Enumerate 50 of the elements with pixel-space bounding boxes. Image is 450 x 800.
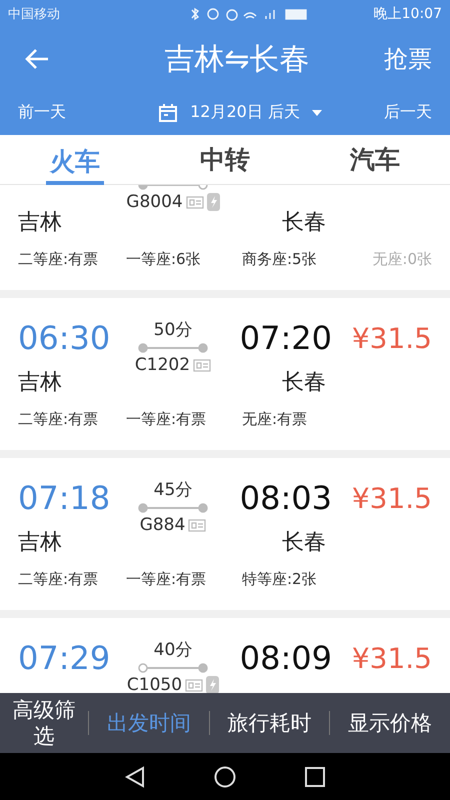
seat-availability: 一等座:6张 <box>126 250 202 269</box>
recents-icon[interactable] <box>305 766 326 786</box>
duration: 45分 <box>154 479 192 501</box>
ticket-price: ¥31.5 <box>352 322 432 354</box>
seat-availability: 特等座:2张 <box>242 570 318 589</box>
train-number: G8004 <box>126 192 183 212</box>
tab[interactable]: 中转 <box>196 134 254 184</box>
arrival-station: 长春 <box>282 369 327 397</box>
seat-availability: 无座:0张 <box>372 250 432 269</box>
calendar-icon[interactable] <box>158 102 178 122</box>
train-number: C1050 <box>126 675 182 693</box>
seat-availability: 商务座:5张 <box>242 250 318 269</box>
home-icon[interactable] <box>214 766 236 788</box>
carrier-name: 中国移动 <box>8 6 60 23</box>
ticket-price: ¥31.5 <box>352 642 432 674</box>
seat-availability: 一等座:有票 <box>126 410 208 429</box>
departure-time: 07:29 <box>18 639 112 677</box>
departure-station: 吉林 <box>18 369 63 397</box>
arrival-time: 08:09 <box>240 639 332 677</box>
back-arrow-icon[interactable] <box>24 48 50 70</box>
train-card[interactable]: 07:29 40分 C1050 08:09 ¥31.5 <box>0 618 450 693</box>
sort-option[interactable]: 旅行耗时 <box>210 710 330 736</box>
ticket-price: ¥31.5 <box>352 482 432 514</box>
train-number: C1202 <box>134 355 190 375</box>
train-number: G884 <box>140 515 186 535</box>
arrival-time: 07:20 <box>240 319 332 357</box>
departure-time: 07:18 <box>18 479 112 517</box>
departure-station: 吉林 <box>18 529 63 557</box>
train-card[interactable]: 06:30 50分 C1202 07:20 ¥31.5 吉林 长春 二等座:有票 一等座:有票 无座:有票 <box>0 298 450 450</box>
arrival-station: 长春 <box>282 209 327 237</box>
train-card[interactable]: 07:18 45分 G884 08:03 ¥31.5 吉林 长春 二等座:有票 一等座:有票 特等座:2张 <box>0 458 450 610</box>
arrival-time: 08:03 <box>240 479 332 517</box>
arrival-station: 长春 <box>282 529 327 557</box>
train-card[interactable]: G8004 吉林 长春 二等座:有票 一等座:6张 商务座:5张 无座:0张 <box>0 185 450 290</box>
caret-icon[interactable] <box>312 110 322 116</box>
seat-availability: 二等座:有票 <box>18 410 100 429</box>
seat-availability: 一等座:有票 <box>126 570 208 589</box>
departure-station: 吉林 <box>18 209 63 237</box>
tab[interactable]: 汽车 <box>346 134 404 184</box>
duration: 50分 <box>154 319 192 341</box>
route-title: 吉林⇋长春 <box>164 40 310 78</box>
sort-option[interactable]: 高级筛选 <box>0 697 88 749</box>
sort-option[interactable]: 显示价格 <box>330 710 450 736</box>
departure-time: 06:30 <box>18 319 112 357</box>
duration: 40分 <box>154 639 192 661</box>
seat-availability: 二等座:有票 <box>18 570 100 589</box>
back-icon[interactable] <box>124 766 145 788</box>
seat-availability: 无座:有票 <box>242 410 308 429</box>
seat-availability: 二等座:有票 <box>18 250 100 269</box>
clock-time: 晚上10:07 <box>374 5 442 23</box>
